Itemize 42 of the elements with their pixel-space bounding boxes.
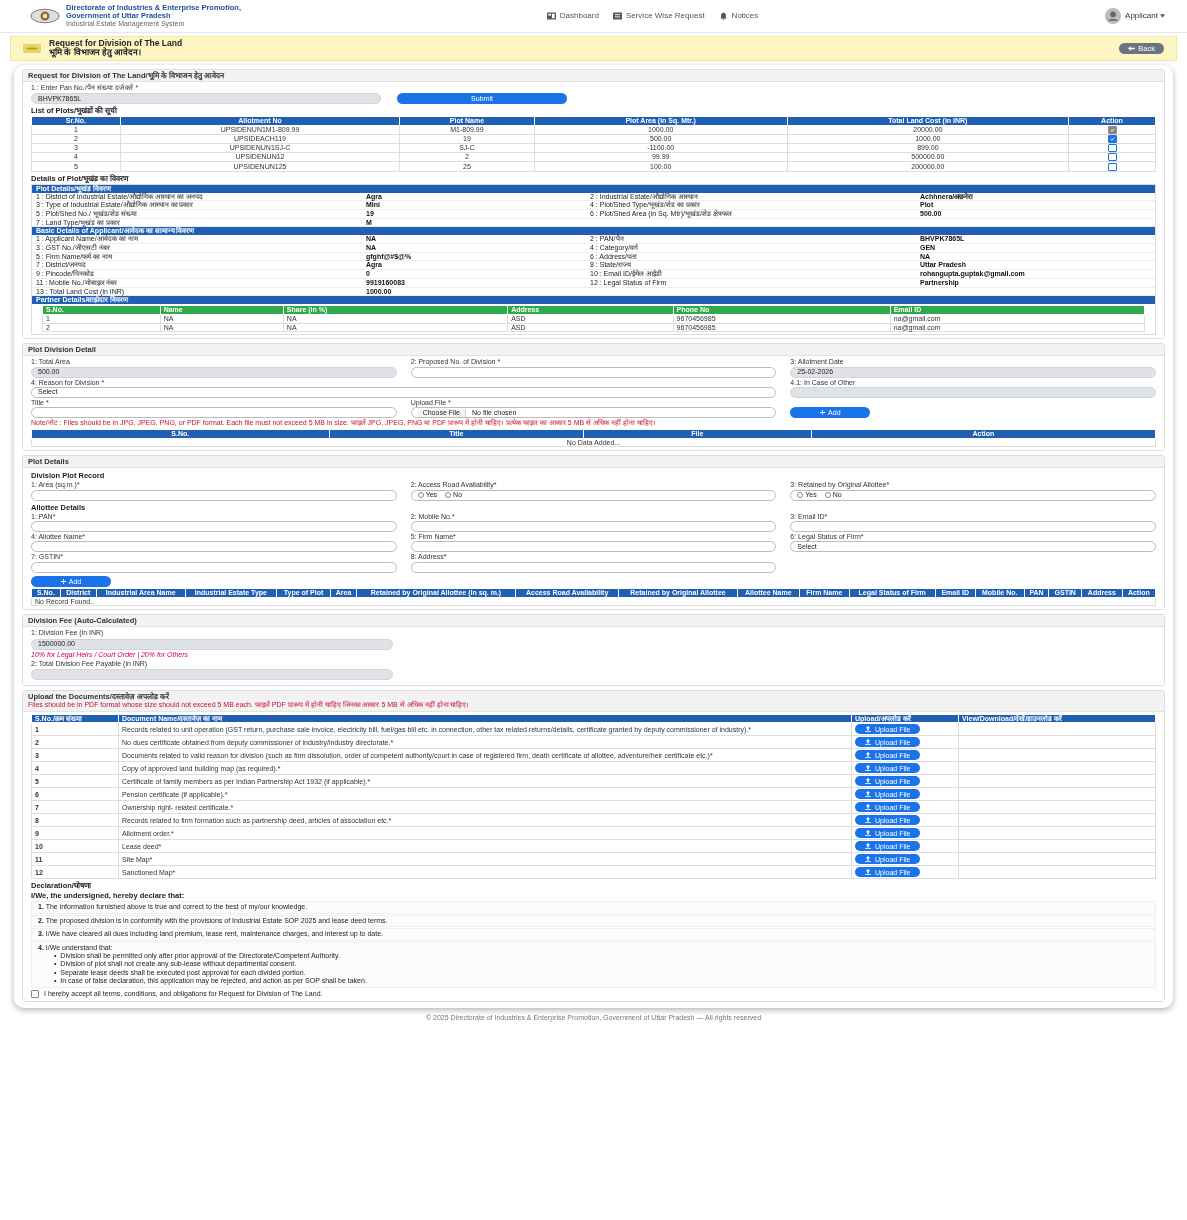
caret-icon	[1160, 14, 1165, 18]
input-field[interactable]	[410, 541, 777, 553]
page-title: Request for Division of The Land	[49, 39, 184, 48]
arrow-left-icon	[1128, 45, 1136, 51]
input-field[interactable]	[31, 521, 397, 533]
upload-icon	[865, 778, 871, 785]
input-field[interactable]	[410, 521, 777, 533]
input-field[interactable]	[410, 366, 777, 378]
plus-icon	[820, 410, 826, 416]
dashboard-icon	[546, 12, 556, 20]
user-menu[interactable]: Applicant	[1125, 11, 1165, 21]
upload-icon	[865, 804, 871, 811]
upload-icon	[865, 739, 871, 746]
upload-icon	[865, 830, 871, 837]
bell-icon	[718, 12, 728, 20]
upload-icon	[865, 765, 871, 772]
row-checkbox[interactable]	[1107, 144, 1117, 153]
input-field[interactable]	[31, 541, 397, 553]
upload-icon	[865, 791, 871, 798]
input-field[interactable]	[31, 407, 397, 419]
nav-link[interactable]: Dashboard	[546, 11, 599, 21]
input-field[interactable]	[31, 561, 397, 573]
total-fee-field[interactable]	[31, 669, 393, 681]
row-checkbox[interactable]	[1107, 135, 1117, 144]
input-field[interactable]	[790, 521, 1156, 533]
input-field[interactable]	[410, 561, 777, 573]
list-icon	[612, 12, 622, 20]
input-field[interactable]	[31, 489, 397, 501]
row-checkbox[interactable]	[1107, 162, 1117, 171]
upload-icon	[865, 817, 871, 824]
plus-icon	[60, 578, 66, 584]
upload-icon	[865, 869, 871, 876]
upload-icon	[865, 856, 871, 863]
emblem-icon	[30, 8, 60, 24]
avatar-icon	[1105, 8, 1122, 24]
upload-icon	[865, 752, 871, 759]
upload-icon	[865, 726, 871, 733]
nav-link[interactable]: Service Wise Request	[612, 11, 705, 21]
page-title-hindi: भूमि के विभाजन हेतु आवेदन।	[49, 48, 143, 58]
row-checkbox[interactable]	[1107, 153, 1117, 162]
nav-link[interactable]: Notices	[718, 11, 759, 21]
upload-icon	[865, 843, 871, 850]
